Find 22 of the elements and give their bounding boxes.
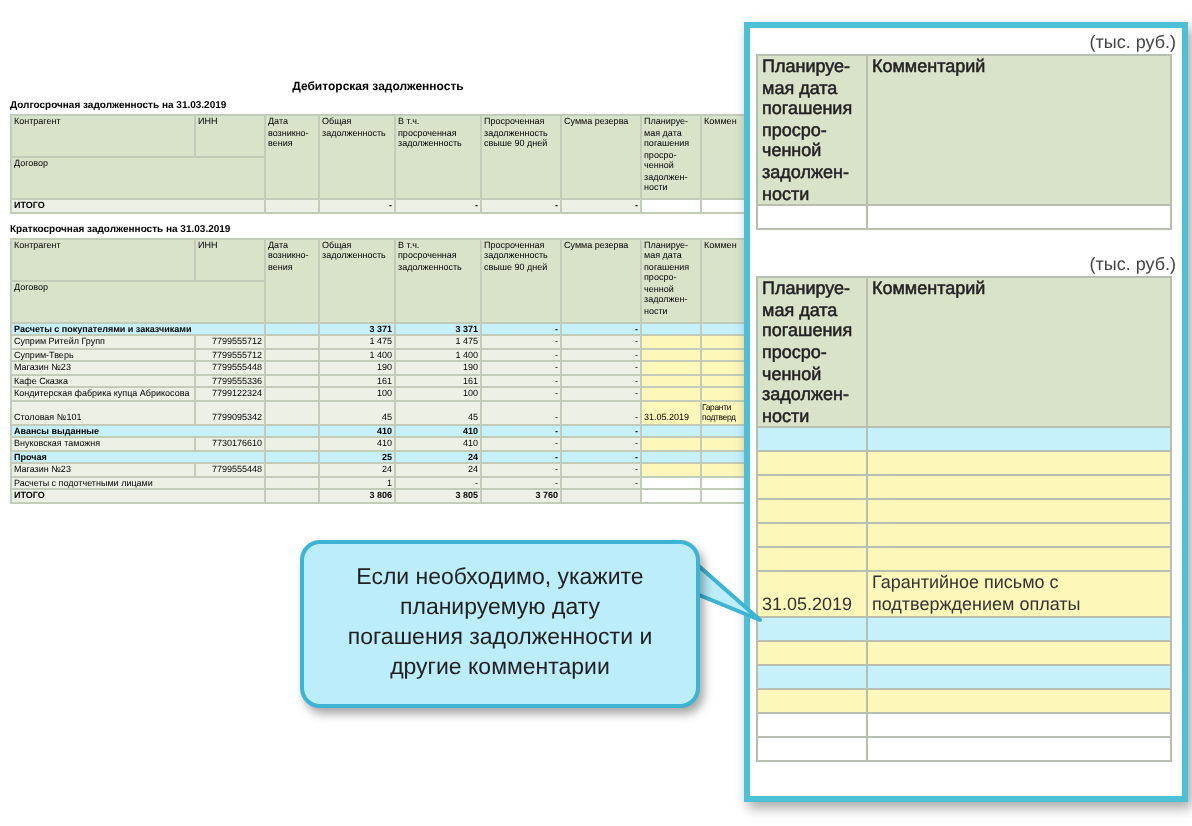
unit-label: (тыс. руб.) [1087, 254, 1176, 277]
input-cell[interactable] [867, 712, 1171, 736]
input-cell[interactable] [867, 640, 1171, 664]
input-cell[interactable] [867, 688, 1171, 712]
input-cell[interactable] [757, 205, 867, 230]
column-header: Комментарий [867, 55, 1171, 206]
column-header: Планируе-мая дата погашения просро-ченной задолжен-ности [757, 277, 867, 428]
input-cell[interactable] [757, 712, 867, 736]
input-cell[interactable] [867, 205, 1171, 230]
input-cell[interactable] [757, 640, 867, 664]
column-header: Комментарий [867, 277, 1171, 428]
callout-text: Если необходимо, укажите планируемую дату погашения задолженности и другие комментарии [345, 564, 655, 684]
input-cell[interactable] [867, 736, 1171, 760]
input-cell[interactable] [757, 688, 867, 712]
column-header: Планируе-мая дата погашения просро-ченной задолжен-ности [757, 55, 867, 206]
input-cell[interactable] [757, 736, 867, 760]
input-cell[interactable]: Гарантийное письмо с подтверждением оплаты [867, 571, 1171, 616]
input-cell[interactable] [757, 664, 867, 688]
input-cell[interactable]: 31.05.2019 [757, 571, 867, 616]
input-cell[interactable] [867, 616, 1171, 640]
unit-label: (тыс. руб.) [1087, 32, 1176, 54]
input-cell[interactable] [867, 664, 1171, 688]
